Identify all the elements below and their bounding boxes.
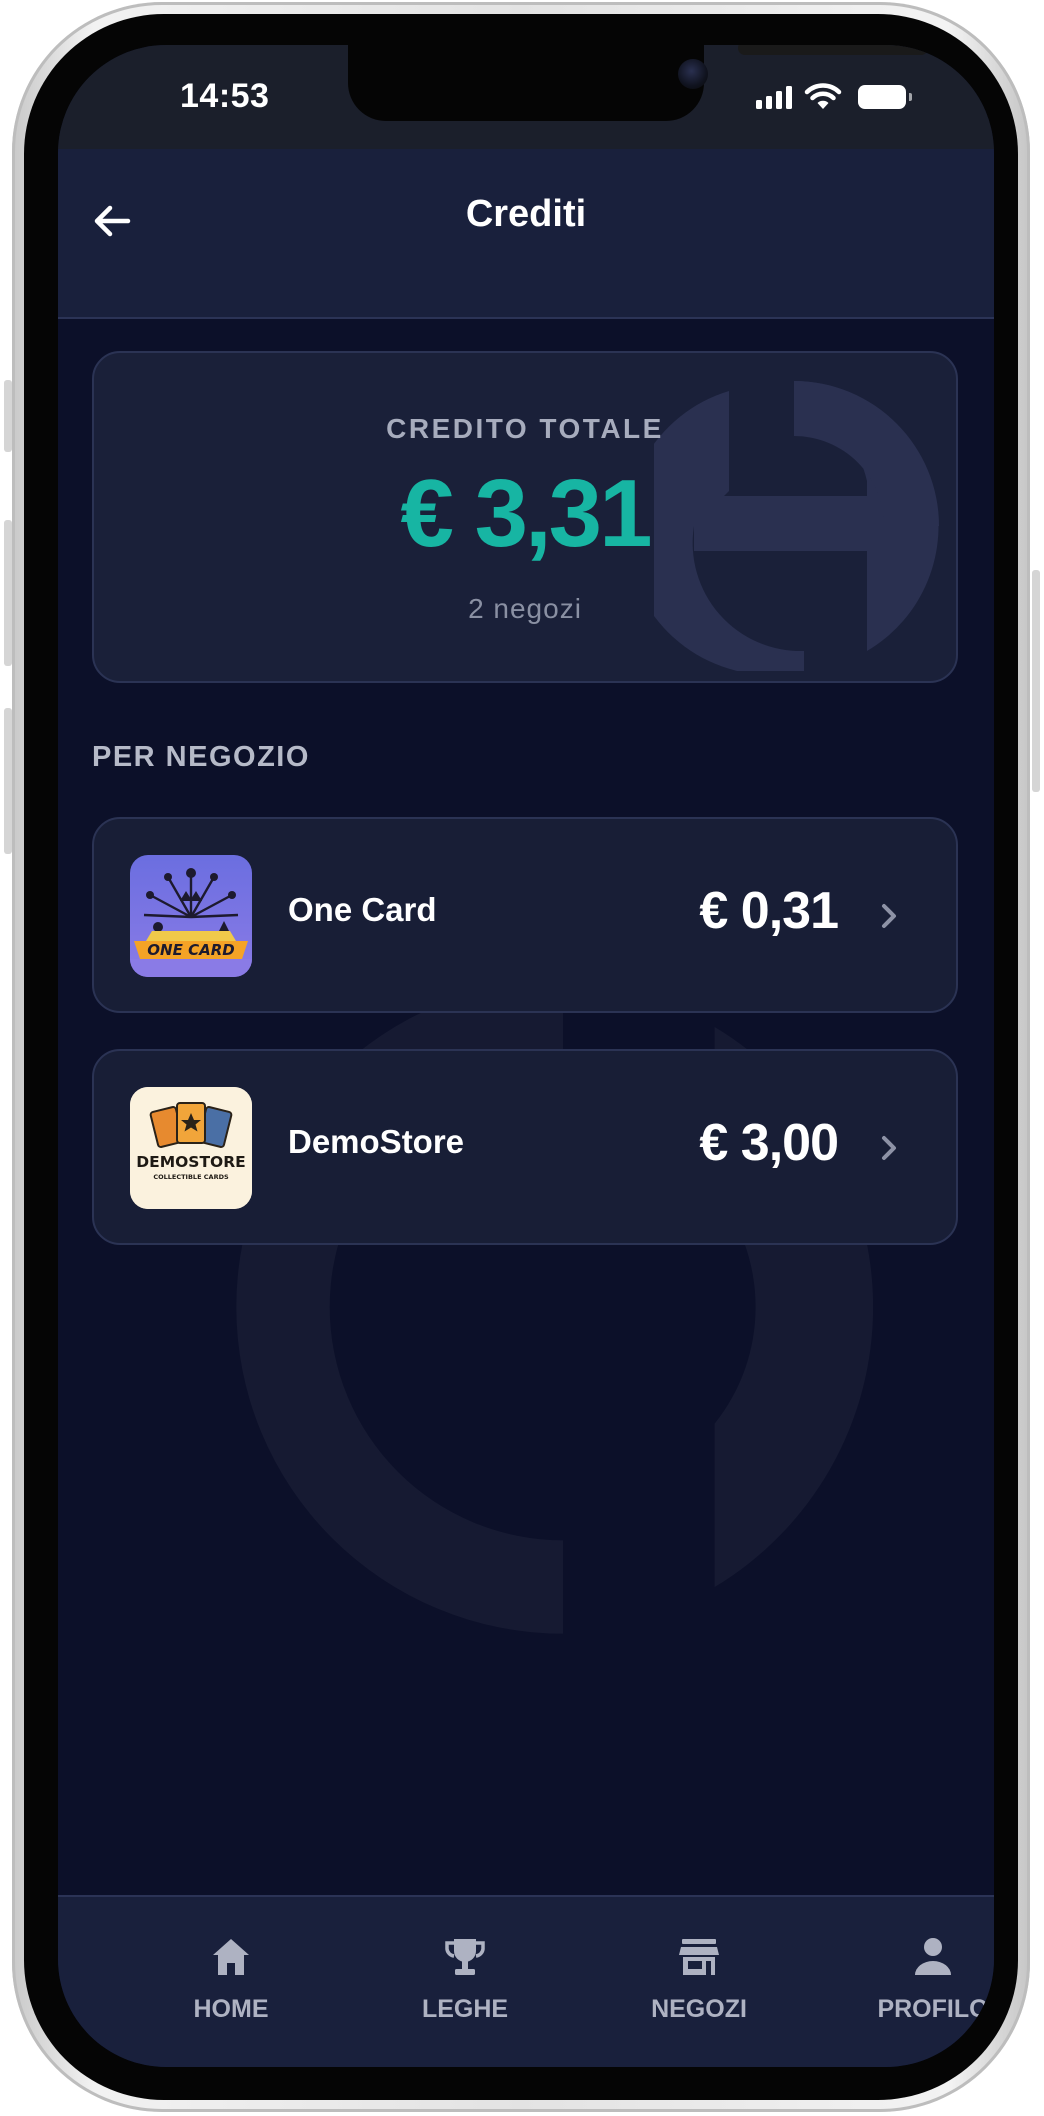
volume-down-button bbox=[4, 708, 12, 854]
tab-label: PROFILO bbox=[877, 1995, 989, 2023]
store-row-one-card[interactable]: ONE CARD One Card € 0,31 bbox=[92, 817, 958, 1013]
mute-switch bbox=[4, 380, 12, 452]
demostore-logo-subtext: COLLECTIBLE CARDS bbox=[153, 1173, 229, 1181]
tab-label: LEGHE bbox=[421, 1995, 509, 2023]
total-credit-amount: € 3,31 bbox=[400, 460, 653, 567]
tab-label: NEGOZI bbox=[651, 1995, 747, 2023]
trophy-icon bbox=[445, 1939, 485, 1975]
screen: 14:53 Crediti CREDITO TOTALE € 3,31 2 ne… bbox=[58, 45, 994, 2067]
app-header: Crediti bbox=[58, 149, 994, 319]
tab-home[interactable]: HOME bbox=[131, 1935, 331, 2035]
status-icons bbox=[756, 83, 912, 111]
power-button bbox=[1032, 570, 1040, 792]
profile-icon bbox=[915, 1938, 951, 1975]
one-card-logo-text: ONE CARD bbox=[147, 941, 234, 959]
demostore-logo-image: DEMOSTORE COLLECTIBLE CARDS bbox=[130, 1087, 252, 1209]
battery-icon bbox=[858, 85, 912, 109]
tab-profilo[interactable]: PROFILO bbox=[833, 1935, 994, 2035]
store-credit-amount: € 3,00 bbox=[699, 1114, 839, 1172]
tab-bar: HOME LEGHE NEGOZI PROFILO bbox=[58, 1895, 994, 2067]
total-credit-label: CREDITO TOTALE bbox=[386, 413, 664, 444]
store-credit-amount: € 0,31 bbox=[699, 882, 839, 940]
wifi-icon bbox=[804, 83, 842, 109]
one-card-logo-image: ONE CARD bbox=[130, 855, 252, 977]
chevron-right-icon bbox=[882, 904, 896, 928]
front-camera bbox=[678, 59, 708, 89]
volume-up-button bbox=[4, 520, 12, 666]
store-name: One Card bbox=[288, 891, 437, 928]
demostore-logo-text: DEMOSTORE bbox=[136, 1153, 246, 1171]
chevron-right-icon bbox=[882, 1136, 896, 1160]
tab-leghe[interactable]: LEGHE bbox=[365, 1935, 565, 2035]
total-credit-card: CREDITO TOTALE € 3,31 2 negozi bbox=[92, 351, 958, 683]
stores-count: 2 negozi bbox=[468, 593, 582, 624]
page-title: Crediti bbox=[465, 193, 587, 235]
status-time: 14:53 bbox=[180, 77, 270, 115]
one-card-logo: ONE CARD bbox=[130, 855, 252, 977]
content: CREDITO TOTALE € 3,31 2 negozi PER NEGOZ… bbox=[58, 317, 994, 1941]
notch bbox=[348, 45, 928, 121]
home-icon bbox=[213, 1939, 249, 1975]
status-bar: 14:53 bbox=[58, 45, 994, 149]
demostore-logo: DEMOSTORE COLLECTIBLE CARDS bbox=[130, 1087, 252, 1209]
speaker bbox=[738, 45, 928, 55]
signal-icon bbox=[756, 85, 792, 109]
tab-label: HOME bbox=[193, 1995, 269, 2023]
tab-negozi[interactable]: NEGOZI bbox=[599, 1935, 799, 2035]
store-icon bbox=[679, 1939, 719, 1975]
section-label: PER NEGOZIO bbox=[92, 741, 310, 773]
store-name: DemoStore bbox=[288, 1123, 465, 1160]
store-row-demostore[interactable]: DEMOSTORE COLLECTIBLE CARDS DemoStore € … bbox=[92, 1049, 958, 1245]
